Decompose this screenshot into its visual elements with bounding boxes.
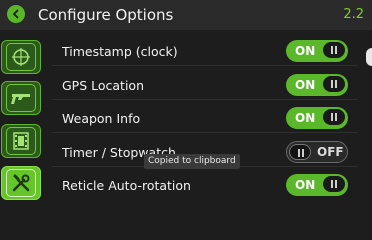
reticle-auto-rotation-toggle[interactable]: ON: [286, 174, 348, 196]
divider: [52, 65, 358, 66]
toggle-knob-icon: [323, 42, 345, 58]
option-label: GPS Location: [62, 78, 145, 93]
weapon-info-toggle[interactable]: ON: [286, 107, 348, 129]
timer-stopwatch-toggle[interactable]: OFF: [286, 141, 348, 163]
option-label: Timestamp (clock): [62, 44, 178, 59]
sidebar-item-settings[interactable]: [1, 166, 41, 200]
back-button[interactable]: [7, 5, 25, 23]
gps-location-toggle[interactable]: ON: [286, 74, 348, 96]
tools-icon: [12, 174, 30, 192]
page-title: Configure Options: [38, 6, 174, 24]
rifle-icon: [11, 94, 30, 104]
option-label: Reticle Auto-rotation: [62, 178, 191, 193]
sidebar-item-weapon[interactable]: [1, 81, 41, 115]
option-row-reticle-rotation: Reticle Auto-rotation ON: [52, 172, 358, 200]
option-label: Weapon Info: [62, 111, 141, 126]
option-row-gps: GPS Location ON: [52, 72, 358, 100]
film-icon: [13, 132, 29, 150]
toggle-state-label: ON: [295, 111, 316, 125]
toggle-state-label: ON: [295, 78, 316, 92]
toggle-state-label: OFF: [317, 145, 344, 159]
crosshair-icon: [12, 48, 30, 66]
divider: [52, 99, 358, 100]
toggle-knob-icon: [323, 76, 345, 92]
timestamp-toggle[interactable]: ON: [286, 40, 348, 62]
toggle-knob-icon: [323, 176, 345, 192]
sidebar: [0, 36, 44, 209]
edge-handle[interactable]: [366, 48, 372, 66]
sidebar-item-reticle[interactable]: [1, 40, 41, 74]
divider: [52, 132, 358, 133]
clipboard-toast: Copied to clipboard: [144, 154, 240, 169]
toggle-knob-icon: [289, 144, 311, 160]
top-bar: Configure Options 2.2: [0, 0, 372, 30]
option-row-weapon-info: Weapon Info ON: [52, 105, 358, 133]
toggle-state-label: ON: [295, 44, 316, 58]
version-label: 2.2: [343, 7, 364, 22]
option-row-timestamp: Timestamp (clock) ON: [52, 38, 358, 66]
chevron-left-icon: [13, 9, 19, 19]
sidebar-item-recording[interactable]: [1, 124, 41, 158]
toggle-knob-icon: [323, 109, 345, 125]
toggle-state-label: ON: [295, 178, 316, 192]
